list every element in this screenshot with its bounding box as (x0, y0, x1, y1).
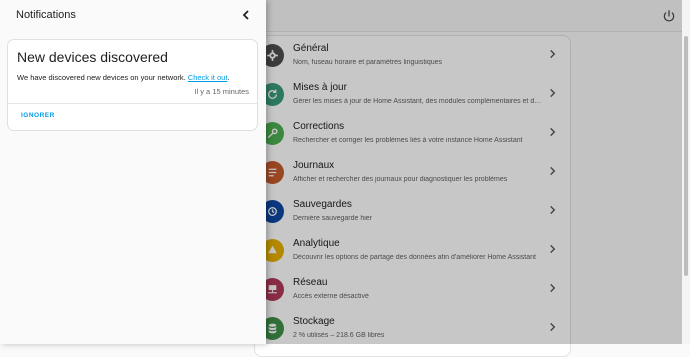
check-it-out-link[interactable]: Check it out (188, 73, 228, 82)
drawer-title: Notifications (16, 9, 76, 21)
notification-timestamp: Il y a 15 minutes (194, 87, 249, 96)
notification-title: New devices discovered (17, 49, 168, 65)
notification-card: New devices discovered We have discovere… (7, 39, 258, 131)
card-divider (8, 103, 257, 104)
page-scrollbar[interactable] (682, 0, 690, 344)
notification-message-text: We have discovered new devices on your n… (17, 73, 186, 82)
notification-message-suffix: . (227, 73, 230, 82)
dismiss-button[interactable]: IGNORER (21, 112, 55, 119)
notification-message: We have discovered new devices on your n… (17, 73, 230, 82)
drawer-header: Notifications (0, 0, 266, 32)
notification-drawer: Notifications New devices discovered We … (0, 0, 266, 344)
scrollbar-thumb[interactable] (684, 36, 688, 276)
chevron-left-icon[interactable] (240, 9, 252, 21)
